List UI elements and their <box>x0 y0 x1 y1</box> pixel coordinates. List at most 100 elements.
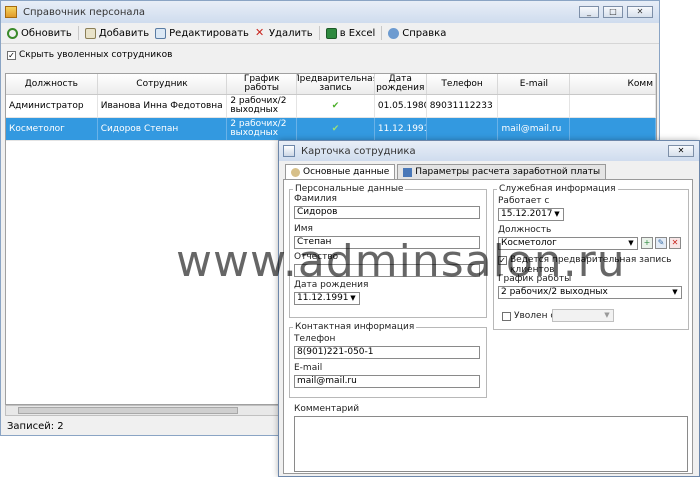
refresh-button[interactable]: Обновить <box>7 27 72 39</box>
user-icon <box>291 167 300 177</box>
patronymic-field[interactable] <box>294 264 480 277</box>
dialog-tabs: Основные данные Параметры расчета зарабо… <box>285 164 608 179</box>
fired-date-picker[interactable]: ▼ <box>552 309 614 322</box>
cell-phone: 89031112233 <box>427 95 499 117</box>
excel-label: в Excel <box>339 27 376 39</box>
edit-label: Редактировать <box>169 27 249 39</box>
tab-salary-label: Параметры расчета заработной платы <box>415 167 601 177</box>
cell-position: Косметолог <box>6 118 98 140</box>
add-label: Добавить <box>98 27 150 39</box>
add-icon <box>84 27 96 39</box>
delete-position-button[interactable]: ✕ <box>669 237 681 249</box>
app-icon <box>5 6 17 18</box>
schedule-label: График работы <box>498 274 572 284</box>
delete-button[interactable]: ✕ Удалить <box>254 25 313 39</box>
dialog-close-button[interactable]: ✕ <box>668 145 694 157</box>
cell-email: mail@mail.ru <box>498 118 571 140</box>
firstname-field[interactable]: Степан <box>294 236 480 249</box>
contact-info-legend: Контактная информация <box>295 322 415 332</box>
help-icon <box>388 27 400 39</box>
refresh-label: Обновить <box>21 27 72 39</box>
chevron-down-icon[interactable]: ▼ <box>552 210 562 219</box>
hide-fired-row[interactable]: ✓ Скрыть уволенных сотрудников <box>1 44 659 66</box>
add-position-button[interactable]: + <box>641 237 653 249</box>
schedule-select[interactable]: 2 рабочих/2 выходных ▼ <box>498 286 682 299</box>
works-since-picker[interactable]: 15.12.2017 ▼ <box>498 208 564 221</box>
col-header-schedule[interactable]: График работы <box>227 74 298 94</box>
lastname-label: Фамилия <box>294 194 337 204</box>
toolbar-separator <box>77 26 79 40</box>
col-header-comment[interactable]: Комм <box>570 74 656 94</box>
dialog-title: Карточка сотрудника <box>301 145 416 157</box>
col-header-birth[interactable]: Дата рождения <box>375 74 427 94</box>
calculator-icon <box>403 167 413 177</box>
chevron-down-icon[interactable]: ▼ <box>670 288 680 297</box>
email-field[interactable]: mail@mail.ru <box>294 375 480 388</box>
cell-phone <box>427 118 499 140</box>
employee-card-dialog: Карточка сотрудника ✕ Основные данные Па… <box>278 140 700 477</box>
edit-button[interactable]: Редактировать <box>155 27 249 39</box>
refresh-icon <box>7 27 18 39</box>
col-header-position[interactable]: Должность <box>6 74 98 94</box>
toolbar: Обновить Добавить Редактировать ✕ Удалить… <box>1 23 659 44</box>
toolbar-separator <box>318 26 320 40</box>
personal-data-legend: Персональные данные <box>295 184 404 194</box>
cell-birth: 11.12.1991 <box>375 118 427 140</box>
schedule-value: 2 рабочих/2 выходных <box>501 287 608 297</box>
service-info-legend: Служебная информация <box>499 184 616 194</box>
col-header-prebooking[interactable]: Предварительная запись <box>297 74 375 94</box>
chevron-down-icon[interactable]: ▼ <box>626 239 636 248</box>
prebooking-checkbox[interactable]: ✓ <box>498 256 507 265</box>
delete-icon: ✕ <box>254 25 265 39</box>
window-title: Справочник персонала <box>23 6 146 18</box>
table-row[interactable]: Косметолог Сидоров Степан 2 рабочих/2 вы… <box>6 118 656 141</box>
works-since-label: Работает с <box>498 196 550 206</box>
excel-icon <box>325 27 337 39</box>
table-row[interactable]: Администратор Иванова Инна Федотовна 2 р… <box>6 95 656 118</box>
fired-checkbox[interactable] <box>502 312 511 321</box>
patronymic-label: Отчество <box>294 252 339 262</box>
hide-fired-checkbox[interactable]: ✓ <box>7 50 16 60</box>
basic-data-panel: Персональные данные Фамилия Сидоров Имя … <box>283 179 693 474</box>
hide-fired-label: Скрыть уволенных сотрудников <box>19 50 173 60</box>
add-button[interactable]: Добавить <box>84 27 150 39</box>
works-since-value: 15.12.2017 <box>501 209 553 219</box>
minimize-button[interactable]: _ <box>579 6 599 18</box>
chevron-down-icon[interactable]: ▼ <box>348 294 358 303</box>
delete-label: Удалить <box>268 27 313 39</box>
cell-comment <box>570 95 656 117</box>
comment-textarea[interactable] <box>294 416 688 472</box>
close-button[interactable]: ✕ <box>627 6 653 18</box>
col-header-email[interactable]: E-mail <box>498 74 571 94</box>
birth-date-picker[interactable]: 11.12.1991 ▼ <box>294 292 360 305</box>
maximize-button[interactable]: □ <box>603 6 623 18</box>
horizontal-scrollbar[interactable] <box>5 405 285 416</box>
phone-field[interactable]: 8(901)221-050-1 <box>294 346 480 359</box>
tab-salary-params[interactable]: Параметры расчета заработной платы <box>397 164 607 179</box>
prebooking-label: Ведется предварительная запись клиентов <box>510 255 672 275</box>
position-value: Косметолог <box>501 238 557 248</box>
dialog-titlebar[interactable]: Карточка сотрудника <box>279 141 699 161</box>
check-icon: ✔ <box>297 95 375 117</box>
scrollbar-thumb[interactable] <box>18 407 238 414</box>
edit-position-button[interactable]: ✎ <box>655 237 667 249</box>
col-header-phone[interactable]: Телефон <box>427 74 499 94</box>
chevron-down-icon[interactable]: ▼ <box>602 311 612 320</box>
col-header-employee[interactable]: Сотрудник <box>98 74 228 94</box>
cell-comment <box>570 118 656 140</box>
birth-value: 11.12.1991 <box>297 293 349 303</box>
position-select[interactable]: Косметолог ▼ <box>498 237 638 250</box>
email-label: E-mail <box>294 363 323 373</box>
cell-employee: Сидоров Степан <box>98 118 228 140</box>
help-button[interactable]: Справка <box>388 27 447 39</box>
cell-employee: Иванова Инна Федотовна <box>98 95 228 117</box>
cell-email <box>498 95 571 117</box>
lastname-field[interactable]: Сидоров <box>294 206 480 219</box>
tab-basic-data[interactable]: Основные данные <box>285 164 396 179</box>
window-titlebar[interactable]: Справочник персонала _ □ ✕ <box>1 1 659 23</box>
help-label: Справка <box>402 27 447 39</box>
export-excel-button[interactable]: в Excel <box>325 27 376 39</box>
comment-label: Комментарий <box>294 404 360 414</box>
edit-icon <box>155 27 167 39</box>
check-icon: ✔ <box>297 118 375 140</box>
